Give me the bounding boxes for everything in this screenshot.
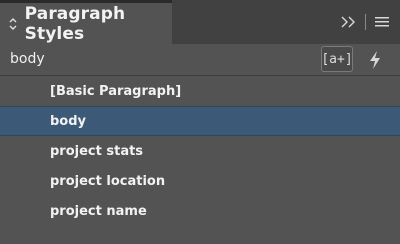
style-label: project location <box>50 173 166 189</box>
current-style-name: body <box>10 51 45 67</box>
create-style-button[interactable]: [a+] <box>321 46 353 72</box>
lightning-bolt-icon <box>370 51 380 69</box>
panel-menu-button[interactable] <box>374 12 390 32</box>
style-label: project name <box>50 203 147 219</box>
quick-apply-button[interactable] <box>364 49 386 71</box>
list-item-selected[interactable]: body <box>0 106 400 136</box>
panel-tab-strip: Paragraph Styles <box>0 0 400 44</box>
list-item[interactable]: project stats <box>0 136 400 166</box>
create-style-label: [a+] <box>321 51 353 67</box>
actions-divider <box>365 14 366 30</box>
tab-paragraph-styles[interactable]: Paragraph Styles <box>0 0 172 44</box>
list-item[interactable]: project name <box>0 196 400 226</box>
panel-title: Paragraph Styles <box>24 3 126 44</box>
style-label: project stats <box>50 143 144 159</box>
list-item[interactable]: [Basic Paragraph] <box>0 76 400 106</box>
double-chevron-right-icon <box>341 16 355 28</box>
style-label: [Basic Paragraph] <box>50 83 182 99</box>
style-list: [Basic Paragraph] body project stats pro… <box>0 76 400 226</box>
up-down-chevron-icon[interactable] <box>8 16 19 32</box>
paragraph-styles-panel: Paragraph Styles body [a+] [Basic Paragr… <box>0 0 400 244</box>
collapse-panel-button[interactable] <box>337 12 359 32</box>
style-label: body <box>50 113 87 129</box>
panel-bottom-edge <box>0 238 400 244</box>
current-style-bar: body [a+] <box>0 44 400 76</box>
hamburger-menu-icon <box>375 17 389 27</box>
list-item[interactable]: project location <box>0 166 400 196</box>
panel-actions <box>337 12 390 32</box>
